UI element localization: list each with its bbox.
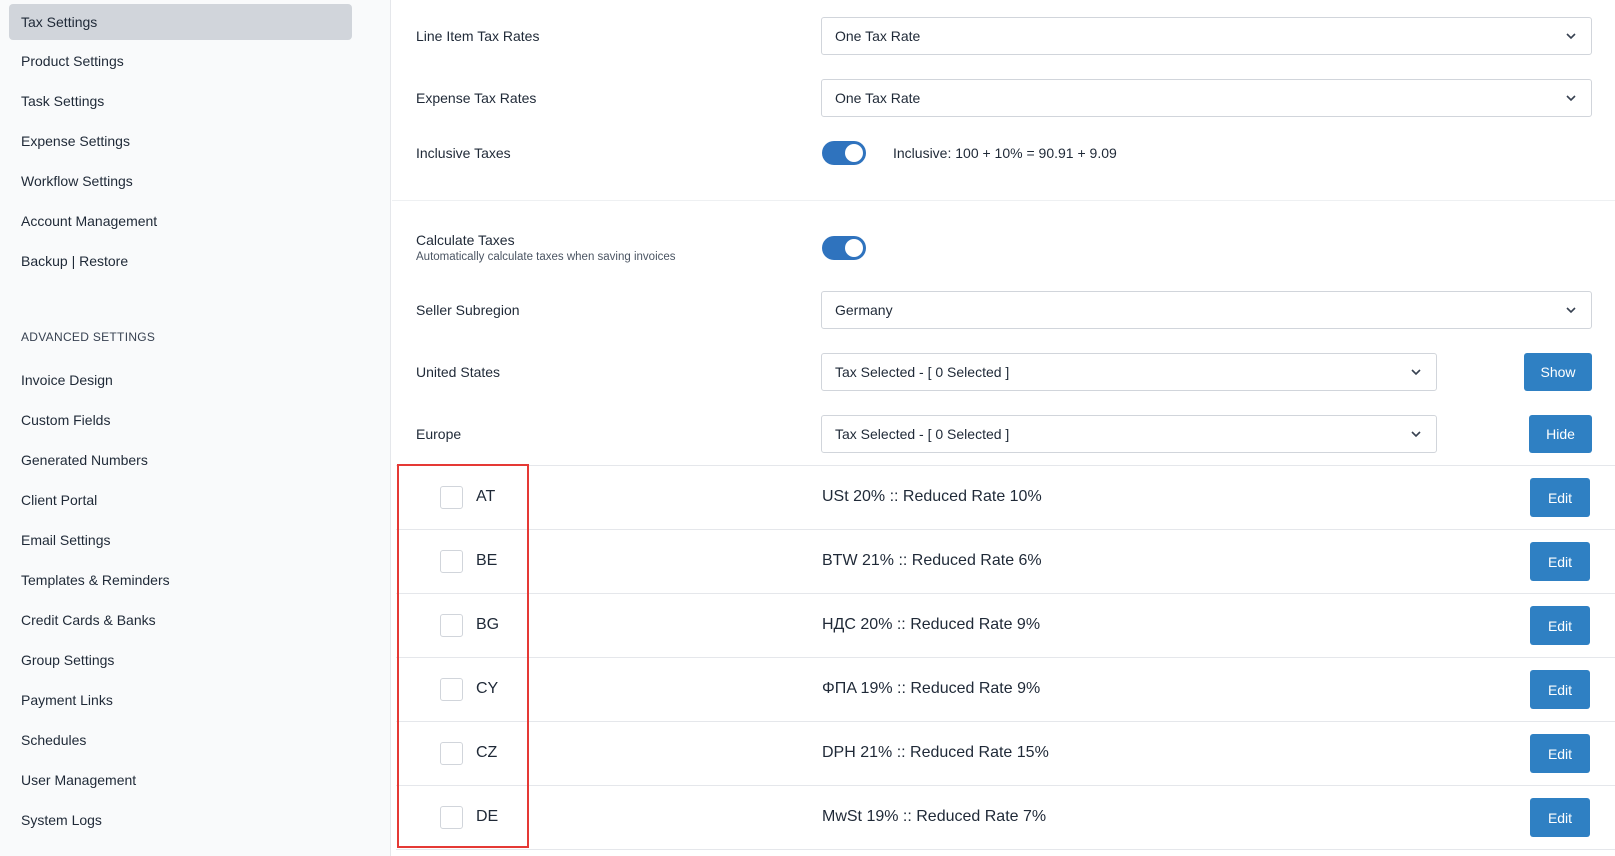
sidebar-item-templates-reminders[interactable]: Templates & Reminders [9, 562, 352, 598]
app-window: Tax Settings Product Settings Task Setti… [0, 0, 1615, 856]
advanced-settings-heading: ADVANCED SETTINGS [21, 330, 156, 344]
toggle-knob [845, 144, 863, 162]
seller-subregion-select[interactable]: Germany [821, 291, 1592, 329]
tax-rate-text: ΦΠΑ 19% :: Reduced Rate 9% [822, 680, 1041, 697]
eu-rate-checkbox[interactable] [440, 678, 463, 701]
country-code: AT [476, 488, 496, 505]
show-united-states-button[interactable]: Show [1524, 353, 1592, 391]
sidebar-item-system-logs[interactable]: System Logs [9, 802, 352, 838]
eu-rate-checkbox[interactable] [440, 486, 463, 509]
united-states-label: United States [416, 364, 501, 380]
sidebar-item-client-portal[interactable]: Client Portal [9, 482, 352, 518]
eu-rate-row-at: AT USt 20% :: Reduced Rate 10% Edit [396, 465, 1615, 529]
tax-rate-text: НДС 20% :: Reduced Rate 9% [822, 616, 1041, 633]
sidebar-item-group-settings[interactable]: Group Settings [9, 642, 352, 678]
chevron-down-icon [1566, 307, 1576, 314]
country-code: BG [476, 616, 500, 633]
eu-rate-row-be: BE BTW 21% :: Reduced Rate 6% Edit [396, 529, 1615, 593]
inclusive-taxes-toggle[interactable] [822, 141, 866, 165]
sidebar-item-payment-links[interactable]: Payment Links [9, 682, 352, 718]
edit-rate-button[interactable]: Edit [1530, 734, 1590, 773]
line-item-tax-rates-select[interactable]: One Tax Rate [821, 17, 1592, 55]
sidebar-item-schedules[interactable]: Schedules [9, 722, 352, 758]
country-code: CZ [476, 744, 498, 761]
sidebar-item-credit-cards-banks[interactable]: Credit Cards & Banks [9, 602, 352, 638]
sidebar-item-expense-settings[interactable]: Expense Settings [9, 123, 352, 159]
expense-tax-rates-select[interactable]: One Tax Rate [821, 79, 1592, 117]
europe-tax-select[interactable]: Tax Selected - [ 0 Selected ] [821, 415, 1437, 453]
sidebar-item-invoice-design[interactable]: Invoice Design [9, 362, 352, 398]
edit-rate-button[interactable]: Edit [1530, 542, 1590, 581]
eu-rate-checkbox[interactable] [440, 806, 463, 829]
calculate-taxes-label: Calculate Taxes [416, 232, 515, 248]
expense-tax-rates-value: One Tax Rate [835, 90, 921, 106]
toggle-knob [845, 239, 863, 257]
expense-tax-rates-label: Expense Tax Rates [416, 90, 537, 106]
europe-label: Europe [416, 426, 462, 442]
united-states-tax-value: Tax Selected - [ 0 Selected ] [835, 364, 1010, 380]
country-code: CY [476, 680, 499, 697]
chevron-down-icon [1566, 95, 1576, 102]
inclusive-taxes-hint: Inclusive: 100 + 10% = 90.91 + 9.09 [893, 145, 1117, 161]
united-states-tax-select[interactable]: Tax Selected - [ 0 Selected ] [821, 353, 1437, 391]
eu-rate-checkbox[interactable] [440, 742, 463, 765]
eu-rate-row-bg: BG НДС 20% :: Reduced Rate 9% Edit [396, 593, 1615, 657]
table-bottom-border [396, 849, 1615, 850]
edit-rate-button[interactable]: Edit [1530, 670, 1590, 709]
calculate-taxes-toggle[interactable] [822, 236, 866, 260]
edit-rate-button[interactable]: Edit [1530, 798, 1590, 837]
calculate-taxes-description: Automatically calculate taxes when savin… [416, 251, 676, 263]
section-divider [392, 200, 1615, 201]
tax-rate-text: USt 20% :: Reduced Rate 10% [822, 488, 1042, 505]
seller-subregion-label: Seller Subregion [416, 302, 520, 318]
sidebar-item-task-settings[interactable]: Task Settings [9, 83, 352, 119]
sidebar-item-product-settings[interactable]: Product Settings [9, 43, 352, 79]
sidebar-item-email-settings[interactable]: Email Settings [9, 522, 352, 558]
country-code: DE [476, 808, 499, 825]
sidebar-item-generated-numbers[interactable]: Generated Numbers [9, 442, 352, 478]
sidebar-item-workflow-settings[interactable]: Workflow Settings [9, 163, 352, 199]
hide-europe-button[interactable]: Hide [1529, 415, 1592, 453]
line-item-tax-rates-label: Line Item Tax Rates [416, 28, 540, 44]
sidebar-item-account-management[interactable]: Account Management [9, 203, 352, 239]
tax-rate-text: BTW 21% :: Reduced Rate 6% [822, 552, 1042, 569]
line-item-tax-rates-value: One Tax Rate [835, 28, 921, 44]
inclusive-taxes-label: Inclusive Taxes [416, 145, 511, 161]
tax-settings-panel: Line Item Tax Rates One Tax Rate Expense… [392, 0, 1615, 856]
chevron-down-icon [1411, 431, 1421, 438]
eu-rate-row-de: DE MwSt 19% :: Reduced Rate 7% Edit [396, 785, 1615, 849]
sidebar-item-tax-settings[interactable]: Tax Settings [9, 4, 352, 40]
seller-subregion-value: Germany [835, 302, 893, 318]
chevron-down-icon [1411, 369, 1421, 376]
eu-rate-checkbox[interactable] [440, 614, 463, 637]
eu-rate-row-cy: CY ΦΠΑ 19% :: Reduced Rate 9% Edit [396, 657, 1615, 721]
settings-sidebar: Tax Settings Product Settings Task Setti… [0, 0, 391, 856]
country-code: BE [476, 552, 498, 569]
eu-rate-checkbox[interactable] [440, 550, 463, 573]
europe-tax-value: Tax Selected - [ 0 Selected ] [835, 426, 1010, 442]
sidebar-item-backup-restore[interactable]: Backup | Restore [9, 243, 352, 279]
tax-rate-text: MwSt 19% :: Reduced Rate 7% [822, 808, 1047, 825]
sidebar-item-custom-fields[interactable]: Custom Fields [9, 402, 352, 438]
edit-rate-button[interactable]: Edit [1530, 478, 1590, 517]
edit-rate-button[interactable]: Edit [1530, 606, 1590, 645]
tax-rate-text: DPH 21% :: Reduced Rate 15% [822, 744, 1049, 761]
chevron-down-icon [1566, 33, 1576, 40]
sidebar-item-user-management[interactable]: User Management [9, 762, 352, 798]
eu-rate-row-cz: CZ DPH 21% :: Reduced Rate 15% Edit [396, 721, 1615, 785]
